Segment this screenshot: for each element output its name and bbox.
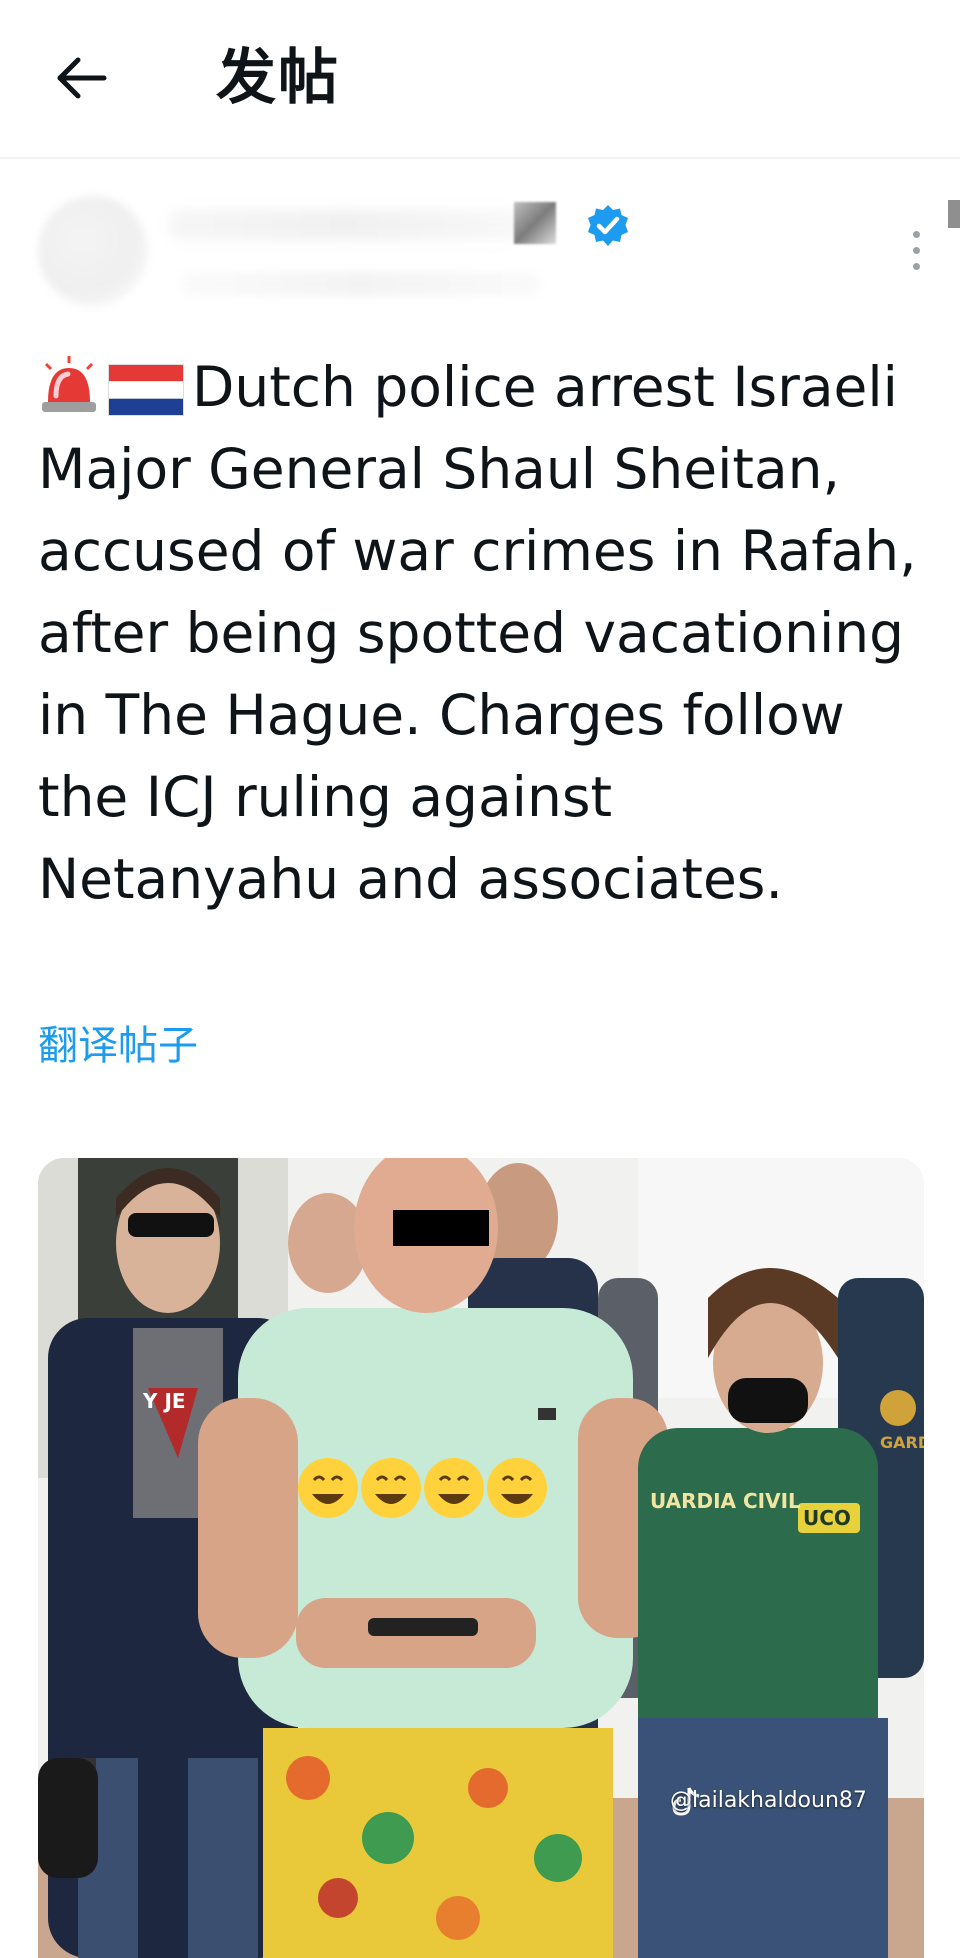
post-body: Dutch police arrest Israeli Major Genera… (38, 346, 918, 920)
post-media-image[interactable]: UCO UARDIA CIVIL Y JE GARD @lailakhaldou… (38, 1158, 924, 1958)
top-bar: 发帖 (0, 0, 960, 159)
smiley-emoji-icon (298, 1458, 358, 1518)
smiley-emoji-icon (424, 1458, 484, 1518)
author-handle-redacted (180, 272, 540, 296)
back-arrow-icon (57, 57, 107, 99)
translate-post-link[interactable]: 翻译帖子 (38, 1018, 198, 1074)
shirt-text: Y JE (142, 1389, 186, 1413)
affiliate-badge-icon (514, 202, 556, 244)
netherlands-flag-icon (108, 364, 184, 416)
more-dot-icon (912, 246, 920, 254)
more-dot-icon (912, 230, 920, 238)
avatar[interactable] (38, 196, 148, 306)
smiley-emoji-icon (487, 1458, 547, 1518)
patch-text: GARD (880, 1433, 924, 1452)
police-car-light-emoji-icon (42, 356, 96, 412)
media-watermark: @lailakhaldoun87 (670, 1788, 867, 1813)
post-text: Dutch police arrest Israeli Major Genera… (38, 355, 917, 911)
smiley-emoji-icon (361, 1458, 421, 1518)
post-author-row (30, 190, 930, 310)
more-dot-icon (912, 262, 920, 270)
scrollbar[interactable] (948, 200, 960, 228)
arrest-photo: UCO UARDIA CIVIL Y JE GARD (38, 1158, 924, 1958)
back-button[interactable] (46, 42, 118, 114)
author-name-redacted[interactable] (170, 210, 520, 240)
vest-text: UARDIA CIVIL (650, 1489, 801, 1513)
verified-badge-icon (588, 205, 628, 246)
page-title: 发帖 (216, 43, 340, 113)
vest-badge-text: UCO (803, 1506, 851, 1530)
more-options-button[interactable] (898, 220, 934, 280)
